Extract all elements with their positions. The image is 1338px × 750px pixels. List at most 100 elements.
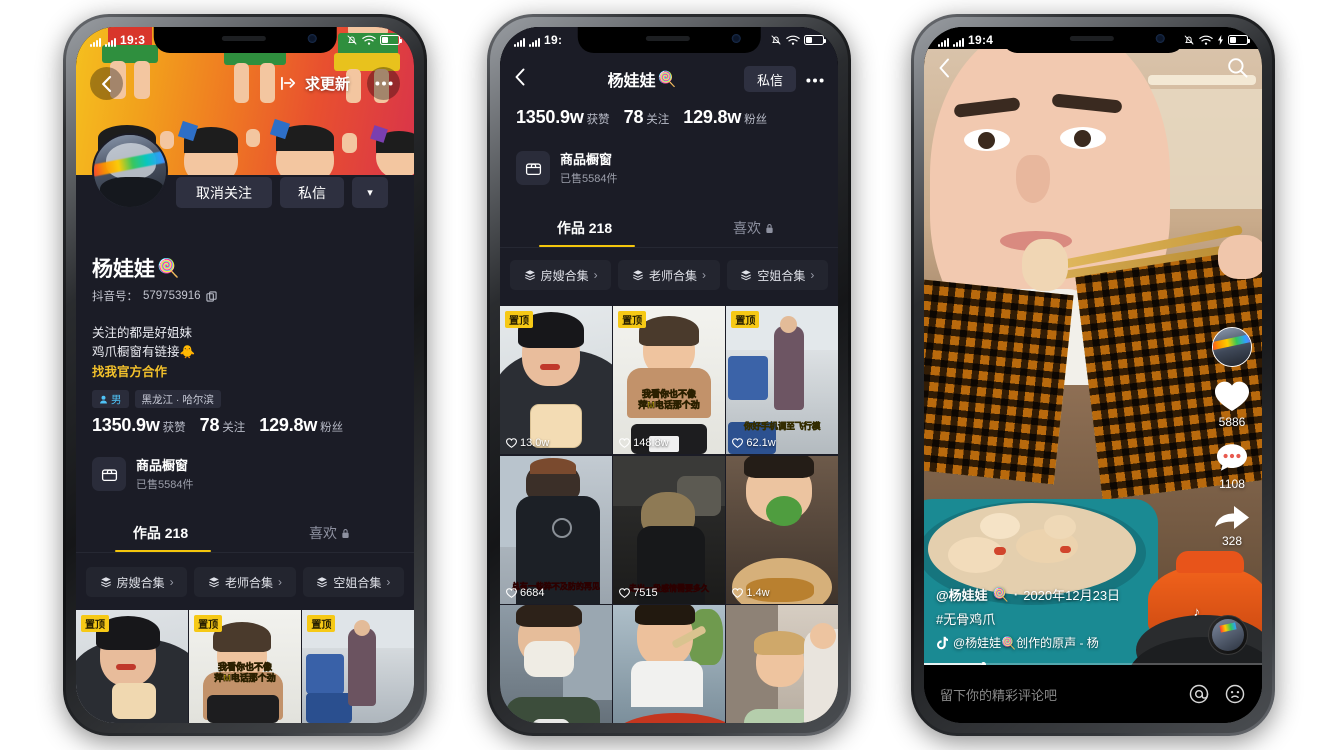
stat-likes[interactable]: 1350.9w 获赞 — [92, 415, 186, 436]
video-cell[interactable] — [500, 605, 612, 723]
more-dots-icon — [806, 78, 824, 83]
chevron-right-icon: › — [169, 575, 174, 589]
signal-bars-2-icon — [529, 38, 540, 47]
stat-likes[interactable]: 1350.9w 获赞 — [516, 107, 610, 128]
chip-collection-2[interactable]: 空姐合集 › — [302, 567, 404, 597]
stat-following[interactable]: 78 关注 — [200, 415, 246, 436]
emoji-face-icon[interactable] — [1224, 683, 1246, 705]
tab-works[interactable]: 作品 218 — [76, 514, 245, 552]
video-grid: 置顶 置顶 我看你也不像 萍M电话那个劲 置顶 — [76, 610, 414, 723]
comment-button[interactable]: 1108 — [1215, 442, 1249, 491]
search-button[interactable] — [1227, 57, 1248, 83]
at-icon[interactable] — [1188, 683, 1210, 705]
video-meta: @杨娃娃 🍭 · 2020年12月23日 #无骨鸡爪 @杨娃娃🍭创作的原声 - … — [936, 585, 1120, 651]
comment-input-bar[interactable]: 留下你的精彩评论吧 — [924, 665, 1262, 723]
video-cell[interactable] — [726, 605, 838, 723]
more-dropdown-button[interactable]: ▾ — [352, 177, 388, 208]
shop-subtitle: 已售5584件 — [560, 173, 618, 185]
request-update-button[interactable]: 求更新 — [280, 73, 350, 94]
comment-count: 1108 — [1219, 477, 1245, 491]
chevron-right-icon: › — [810, 268, 815, 282]
stat-following[interactable]: 78 关注 — [624, 107, 670, 128]
chevron-right-icon: › — [386, 575, 391, 589]
profile-page-compact: 杨娃娃 🍭 私信 1350.9w 获赞 78 关注 129.8w 粉丝 商品橱窗… — [500, 27, 838, 723]
video-grid: 置顶 13.0w 置顶 我看你也不像 萍M电话那个劲 148.8w 置顶 你好手… — [500, 306, 838, 723]
video-cell[interactable] — [613, 605, 725, 723]
shop-title: 商品橱窗 — [560, 152, 613, 167]
person-icon — [100, 395, 107, 404]
video-cell[interactable]: 置顶 我看你也不像 萍M电话那个劲 148.8w — [613, 306, 725, 454]
signal-bars-icon — [514, 38, 525, 47]
share-button[interactable]: 328 — [1214, 504, 1250, 548]
music-note-icon: ♪ — [1193, 604, 1201, 619]
earpiece-speaker — [222, 36, 267, 41]
shop-window-entry[interactable]: 商品橱窗 已售5584件 — [92, 455, 193, 492]
video-cell[interactable]: 置顶 13.0w — [500, 306, 612, 454]
video-action-rail: 5886 1108 328 — [1212, 327, 1252, 548]
profile-tabs: 作品 218 喜欢 — [76, 514, 414, 553]
video-cell[interactable]: 置顶 — [302, 610, 414, 723]
unfollow-button[interactable]: 取消关注 — [176, 177, 272, 208]
video-cell[interactable]: 置顶 你好手机调至飞行模 62.1w — [726, 306, 838, 454]
request-update-label: 求更新 — [304, 76, 350, 93]
video-music-row[interactable]: @杨娃娃🍭创作的原声 - 杨 — [936, 634, 1120, 651]
phone-1-notch — [153, 27, 337, 53]
back-chevron-icon — [102, 75, 112, 92]
video-cell[interactable]: 走出一段感情需要多久 7515 — [613, 455, 725, 604]
chip-collection-2[interactable]: 空姐合集 › — [726, 260, 828, 290]
shop-window-entry[interactable]: 商品橱窗 已售5584件 — [516, 149, 617, 186]
like-count: 1.4w — [732, 587, 770, 599]
layers-icon — [317, 577, 328, 588]
video-cell[interactable]: 总有一些猝不及防的再见 6684 — [500, 455, 612, 604]
pinned-badge: 置顶 — [307, 615, 336, 632]
video-author: @杨娃娃 — [936, 588, 988, 603]
chip-collection-0[interactable]: 房嫂合集 › — [510, 260, 612, 290]
douyin-id-row[interactable]: 抖音号： 579753916 — [92, 288, 217, 304]
stat-followers[interactable]: 129.8w 粉丝 — [259, 415, 343, 436]
tab-works[interactable]: 作品 218 — [500, 209, 669, 247]
chip-collection-1[interactable]: 老师合集 › — [618, 260, 720, 290]
tab-likes[interactable]: 喜欢 — [245, 514, 414, 552]
bio-highlight: 找我官方合作 — [92, 364, 168, 379]
mute-bell-icon — [1184, 35, 1194, 45]
more-options-button[interactable] — [806, 70, 824, 88]
message-button[interactable]: 私信 — [280, 177, 344, 208]
heart-icon — [732, 587, 744, 598]
author-avatar[interactable] — [1212, 327, 1252, 367]
back-button[interactable] — [514, 68, 540, 91]
wifi-icon — [362, 35, 376, 45]
video-author-row[interactable]: @杨娃娃 🍭 · 2020年12月23日 — [936, 585, 1120, 604]
heart-icon — [732, 438, 744, 448]
copy-icon[interactable] — [205, 290, 217, 302]
video-cell[interactable]: 1.4w — [726, 455, 838, 604]
tab-likes[interactable]: 喜欢 — [669, 209, 838, 247]
search-icon — [1228, 58, 1248, 78]
shop-title: 商品橱窗 — [136, 458, 189, 473]
active-tab-indicator — [115, 549, 211, 552]
like-button[interactable]: 5886 — [1214, 380, 1250, 429]
chip-collection-0[interactable]: 房嫂合集 › — [86, 567, 188, 597]
douyin-id-label: 抖音号： — [92, 291, 138, 303]
video-cell[interactable]: 置顶 我看你也不像 萍M电话那个劲 — [189, 610, 301, 723]
tiktok-note-icon — [937, 636, 948, 649]
status-time: 19: — [544, 33, 563, 47]
pinned-badge: 置顶 — [505, 311, 533, 328]
profile-stats: 1350.9w 获赞 78 关注 129.8w 粉丝 — [516, 107, 767, 128]
profile-avatar[interactable] — [92, 133, 168, 209]
back-button[interactable] — [938, 58, 951, 83]
wifi-icon — [786, 35, 800, 45]
video-date: 2020年12月23日 — [1023, 588, 1121, 603]
chip-collection-1[interactable]: 老师合集 › — [194, 567, 296, 597]
signal-bars-icon — [938, 38, 949, 47]
music-disc-icon[interactable] — [1208, 615, 1248, 655]
message-button[interactable]: 私信 — [743, 66, 796, 92]
video-caption-line2: 萍M电话那个劲 — [214, 672, 276, 683]
charging-bolt-icon — [1218, 35, 1223, 45]
pinned-badge: 置顶 — [731, 311, 760, 328]
more-options-button[interactable] — [367, 67, 400, 100]
stat-followers[interactable]: 129.8w 粉丝 — [683, 107, 767, 128]
back-button[interactable] — [90, 67, 123, 100]
video-cell[interactable]: 置顶 — [76, 610, 188, 723]
video-hashtag[interactable]: #无骨鸡爪 — [936, 609, 1120, 628]
active-tab-indicator — [539, 244, 635, 247]
